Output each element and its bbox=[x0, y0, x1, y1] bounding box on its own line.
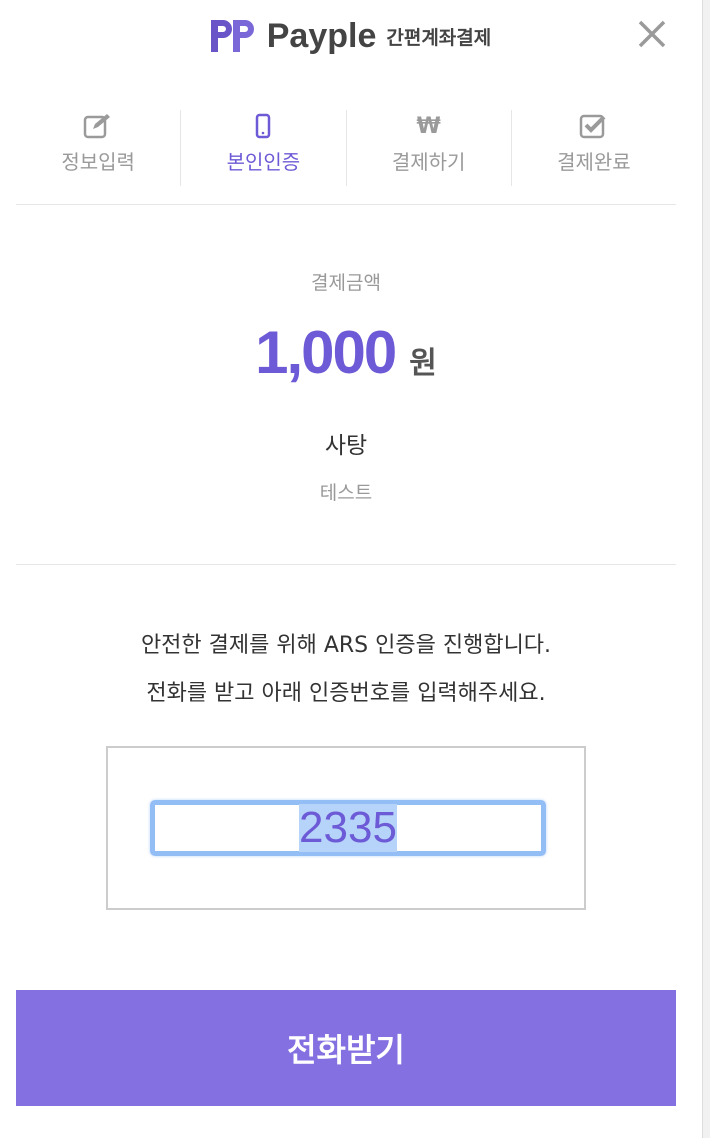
auth-code-value: 2335 bbox=[299, 803, 397, 852]
step-complete: 결제완료 bbox=[512, 110, 676, 186]
step-label: 정보입력 bbox=[61, 150, 135, 174]
instruction-line: 전화를 받고 아래 인증번호를 입력해주세요. bbox=[146, 681, 546, 706]
amount-unit: 원 bbox=[409, 346, 437, 381]
step-info: 정보입력 bbox=[16, 110, 182, 186]
brand-subtitle: 간편계좌결제 bbox=[386, 26, 492, 49]
ars-instructions: 안전한 결제를 위해 ARS 인증을 진행합니다. 전화를 받고 아래 인증번호… bbox=[16, 622, 676, 718]
checkbox-icon bbox=[512, 110, 676, 142]
progress-steps: 정보입력 본인인증 ₩ 결제하기 결제완료 bbox=[16, 110, 676, 186]
edit-icon bbox=[16, 110, 180, 142]
amount-value: 1,000 bbox=[255, 319, 397, 386]
header: Payple 간편계좌결제 bbox=[0, 14, 700, 58]
auth-code-box: 2335 bbox=[106, 746, 586, 910]
mobile-phone-icon bbox=[181, 110, 345, 142]
amount: 1,000 원 bbox=[16, 318, 676, 387]
product-name: 사탕 bbox=[324, 433, 368, 459]
amount-label: 결제금액 bbox=[311, 272, 381, 294]
instruction-line: 안전한 결제를 위해 ARS 인증을 진행합니다. bbox=[140, 633, 552, 658]
step-verify: 본인인증 bbox=[181, 110, 347, 186]
auth-code-field[interactable]: 2335 bbox=[150, 800, 546, 856]
scrollbar[interactable] bbox=[702, 0, 710, 1138]
close-icon bbox=[638, 20, 666, 48]
step-label: 본인인증 bbox=[226, 150, 301, 174]
payple-logo-icon bbox=[209, 18, 257, 54]
step-label: 결제하기 bbox=[391, 150, 466, 174]
divider bbox=[16, 564, 676, 565]
store-name: 테스트 bbox=[319, 482, 373, 504]
step-pay: ₩ 결제하기 bbox=[347, 110, 512, 186]
divider bbox=[16, 204, 676, 205]
won-icon: ₩ bbox=[416, 113, 441, 139]
close-button[interactable] bbox=[636, 18, 668, 50]
step-label: 결제완료 bbox=[557, 150, 631, 174]
brand-name: Payple bbox=[266, 16, 377, 55]
receive-call-button[interactable]: 전화받기 bbox=[16, 990, 676, 1106]
